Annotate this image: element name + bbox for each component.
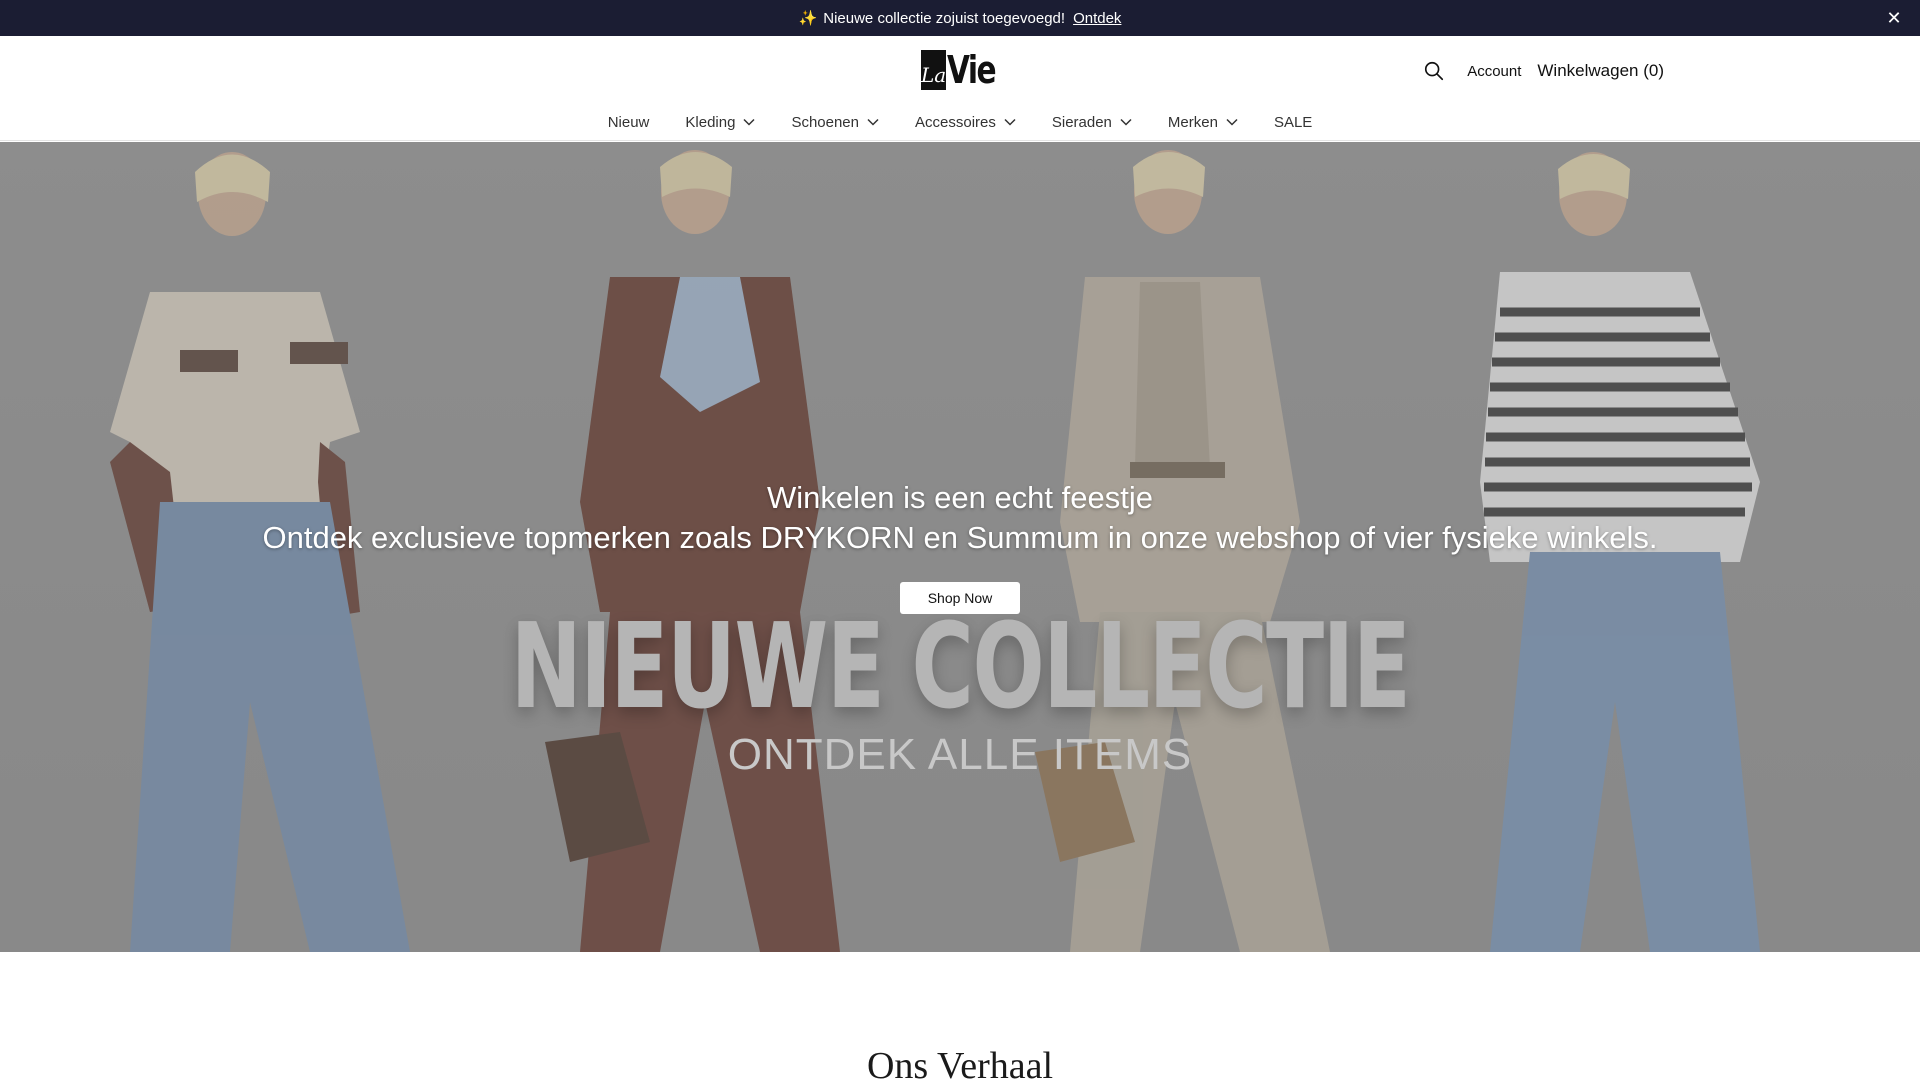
nav-item-sale[interactable]: SALE <box>1274 114 1312 131</box>
logo[interactable]: La Vie <box>921 48 999 90</box>
hero-banner[interactable]: NIEUWE COLLECTIE ONTDEK ALLE ITEMS Winke… <box>0 142 1920 952</box>
sparkles-icon: ✨ <box>798 10 818 27</box>
chevron-down-icon <box>1004 118 1016 126</box>
announcement-text: Nieuwe collectie zojuist toegevoegd! <box>823 9 1066 27</box>
announcement-link[interactable]: Ontdek <box>1073 10 1121 27</box>
story-heading: Ons Verhaal <box>866 1045 1054 1087</box>
main-nav: Nieuw Kleding Schoenen Accessoires Siera… <box>0 110 1920 134</box>
logo-mark: La <box>921 50 947 90</box>
nav-label: Accessoires <box>915 113 996 131</box>
nav-label: Kleding <box>685 113 736 131</box>
chevron-down-icon <box>1226 118 1238 126</box>
search-icon[interactable] <box>1423 60 1445 82</box>
hero-title: Winkelen is een echt feestje <box>767 480 1153 515</box>
logo-la: La <box>921 63 947 87</box>
site-header: La Vie Account Winkelwagen (0) Nieuw Kle… <box>0 36 1920 141</box>
nav-item-nieuw[interactable]: Nieuw <box>608 114 650 131</box>
nav-item-kleding[interactable]: Kleding <box>685 114 755 131</box>
nav-label: Merken <box>1167 113 1218 131</box>
nav-label: Sieraden <box>1051 113 1112 131</box>
cart-link[interactable]: Winkelwagen (0) <box>1537 61 1664 81</box>
nav-item-sieraden[interactable]: Sieraden <box>1052 114 1132 131</box>
shop-now-button[interactable]: Shop Now <box>900 582 1020 614</box>
logo-vie: Vie <box>947 48 997 92</box>
chevron-down-icon <box>1120 118 1132 126</box>
nav-label: Schoenen <box>791 113 859 131</box>
account-link[interactable]: Account <box>1467 63 1521 80</box>
hero-image-headline: NIEUWE COLLECTIE <box>510 597 1411 735</box>
nav-item-merken[interactable]: Merken <box>1168 114 1238 131</box>
chevron-down-icon <box>867 118 879 126</box>
nav-item-accessoires[interactable]: Accessoires <box>915 114 1016 131</box>
nav-item-schoenen[interactable]: Schoenen <box>791 114 879 131</box>
nav-label: SALE <box>1273 113 1313 131</box>
hero-image-subheadline: ONTDEK ALLE ITEMS <box>727 730 1193 779</box>
nav-label: Nieuw <box>607 113 650 131</box>
hero-description: Ontdek exclusieve topmerken zoals DRYKOR… <box>262 520 1658 555</box>
chevron-down-icon <box>743 118 755 126</box>
header-actions: Account Winkelwagen (0) <box>1423 56 1664 86</box>
announcement-bar: ✨ Nieuwe collectie zojuist toegevoegd! O… <box>0 0 1920 36</box>
close-icon[interactable]: ✕ <box>1884 8 1904 28</box>
